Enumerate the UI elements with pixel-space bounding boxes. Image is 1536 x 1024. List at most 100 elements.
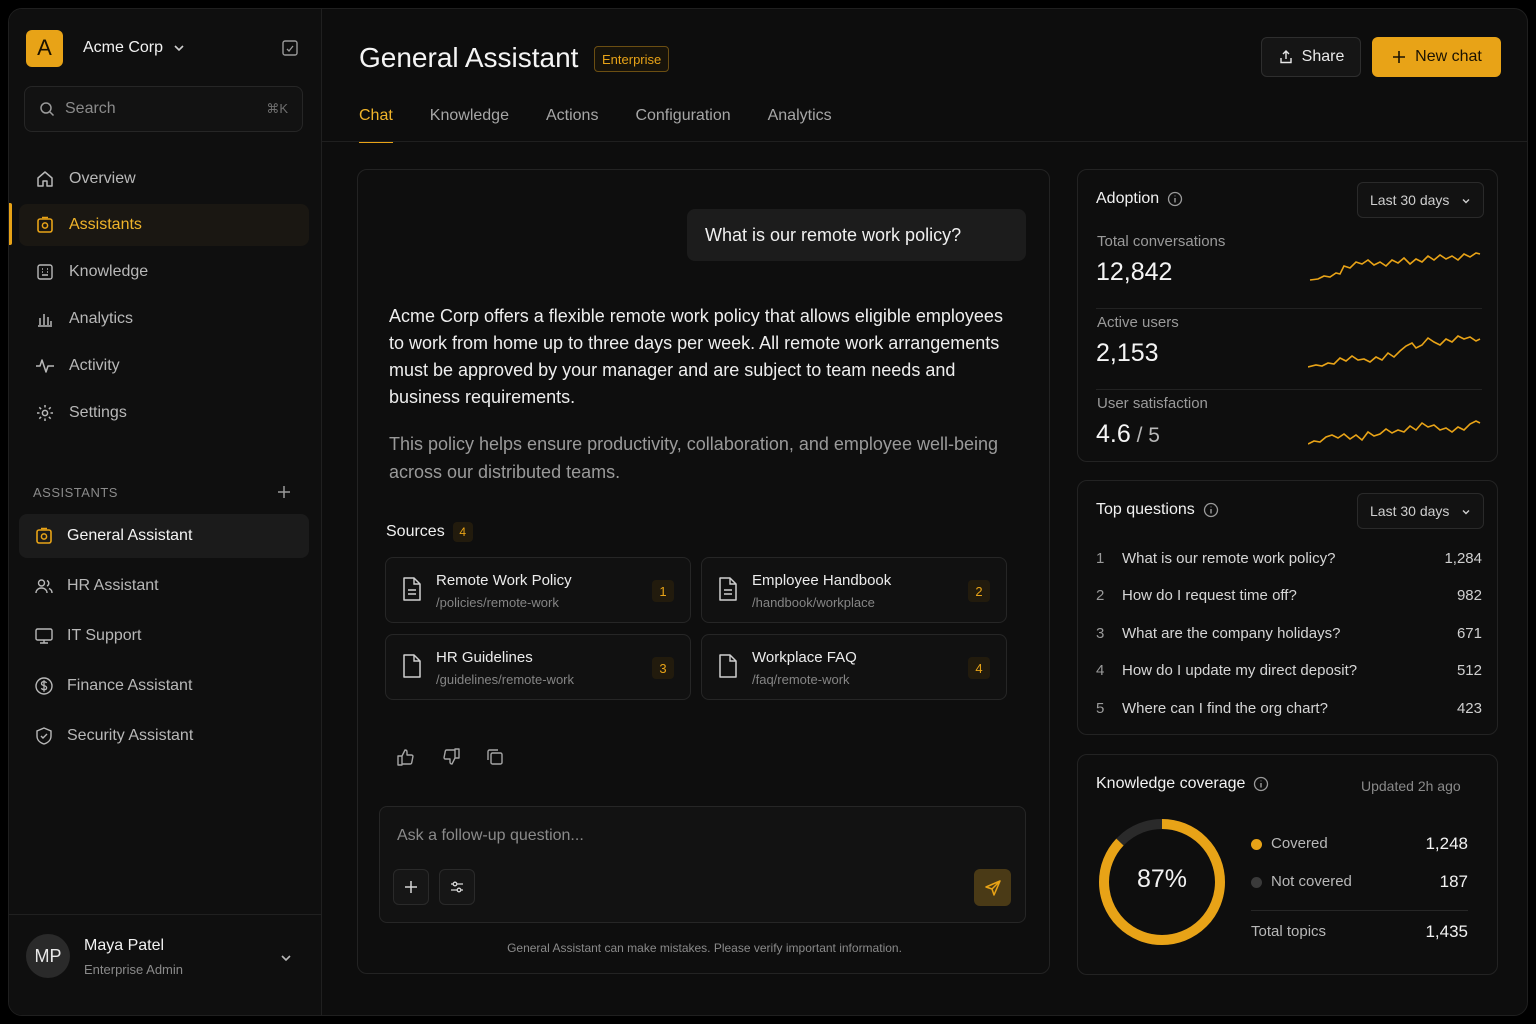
nav-item-activity[interactable]: Activity [19,345,309,387]
source-card[interactable]: Remote Work Policy /policies/remote-work… [385,557,691,623]
assistant-label: HR Assistant [67,577,159,594]
document-icon [717,576,739,602]
search-input[interactable]: Search ⌘K [24,86,303,132]
card-title-text: Knowledge coverage [1096,775,1246,792]
plan-badge: Enterprise [594,46,670,72]
updated-timestamp: Updated 2h ago [1361,778,1461,794]
question-text: What are the company holidays? [1122,625,1341,642]
org-switcher[interactable]: A Acme Corp [26,29,185,67]
source-number: 1 [652,580,674,602]
assistant-item-it[interactable]: IT Support [19,614,309,658]
tab-analytics[interactable]: Analytics [768,107,832,143]
nav-item-assistants[interactable]: Assistants [19,204,309,246]
pulse-icon [35,356,55,376]
nav-label: Knowledge [69,263,149,280]
share-button[interactable]: Share [1261,37,1361,77]
tab-knowledge[interactable]: Knowledge [430,107,509,143]
nav-item-settings[interactable]: Settings [19,392,309,434]
info-icon[interactable] [1203,502,1219,518]
assistant-label: General Assistant [67,527,193,544]
user-role: Enterprise Admin [84,962,183,977]
nav-item-analytics[interactable]: Analytics [19,298,309,340]
collapse-sidebar-icon[interactable] [281,39,299,57]
sources-label: Sources [386,523,445,540]
card-title-text: Top questions [1096,501,1195,518]
dollar-icon [34,676,54,696]
document-icon [401,653,423,679]
legend-total: Total topics 1,435 [1251,921,1468,945]
nav-item-overview[interactable]: Overview [19,158,309,200]
knowledge-icon [35,262,55,282]
assistants-section-label: ASSISTANTS [33,485,118,500]
bar-chart-icon [35,309,55,329]
source-card[interactable]: Employee Handbook /handbook/workplace 2 [701,557,1007,623]
nav-item-knowledge[interactable]: Knowledge [19,251,309,293]
source-path: /policies/remote-work [436,595,559,610]
tab-configuration[interactable]: Configuration [635,107,730,143]
send-button[interactable] [974,869,1011,906]
attach-button[interactable] [393,869,429,905]
assistant-item-general[interactable]: General Assistant [19,514,309,558]
question-rank: 5 [1096,700,1105,717]
divider [1251,910,1468,911]
monitor-icon [34,626,54,646]
document-icon [401,576,423,602]
user-menu[interactable]: MP Maya Patel Enterprise Admin [9,914,322,1015]
range-value: Last 30 days [1370,192,1450,208]
sources-header: Sources 4 [386,522,473,542]
info-icon[interactable] [1167,191,1183,207]
question-row[interactable]: 2 How do I request time off? 982 [1096,578,1482,615]
card-title-text: Adoption [1096,190,1160,207]
tab-bar: Chat Knowledge Actions Configuration Ana… [359,107,869,143]
org-logo: A [26,29,63,67]
question-rank: 2 [1096,587,1105,604]
question-row[interactable]: 4 How do I update my direct deposit? 512 [1096,653,1482,690]
document-icon [717,653,739,679]
question-row[interactable]: 1 What is our remote work policy? 1,284 [1096,541,1482,578]
tab-chat[interactable]: Chat [359,107,393,143]
assistant-label: IT Support [67,627,142,644]
org-name: Acme Corp [83,39,164,56]
source-number: 2 [968,580,990,602]
copy-icon[interactable] [485,747,505,767]
metric-active-users: Active users 2,153 [1096,309,1482,390]
new-chat-label: New chat [1415,48,1482,65]
search-icon [39,101,55,117]
covered-dot [1251,839,1262,850]
thumbs-down-icon[interactable] [441,747,461,767]
sparkline [1308,335,1481,368]
question-row[interactable]: 3 What are the company holidays? 671 [1096,616,1482,653]
question-count: 423 [1456,700,1482,717]
follow-up-composer[interactable]: Ask a follow-up question... [379,806,1026,923]
top-questions-card: Top questions Last 30 days 1 What is our… [1077,480,1498,735]
app-window: A Acme Corp Search ⌘K Overview Assistant… [8,8,1528,1016]
assistant-item-hr[interactable]: HR Assistant [19,564,309,608]
page-title: General Assistant [359,42,579,73]
question-row[interactable]: 5 Where can I find the org chart? 423 [1096,691,1482,728]
options-button[interactable] [439,869,475,905]
tab-actions[interactable]: Actions [546,107,598,143]
range-select[interactable]: Last 30 days [1357,493,1484,529]
legend-label: Covered [1271,835,1328,852]
new-chat-button[interactable]: New chat [1372,37,1501,77]
question-text: Where can I find the org chart? [1122,700,1328,717]
disclaimer: General Assistant can make mistakes. Ple… [507,941,902,955]
question-rank: 1 [1096,550,1105,567]
add-assistant-icon[interactable] [275,483,293,501]
user-name: Maya Patel [84,937,165,954]
assistant-item-finance[interactable]: Finance Assistant [19,664,309,708]
info-icon[interactable] [1253,776,1269,792]
users-icon [34,576,54,596]
range-select[interactable]: Last 30 days [1357,182,1484,218]
legend-value: 1,248 [1425,834,1468,853]
composer-placeholder: Ask a follow-up question... [397,827,584,844]
top-questions-title: Top questions [1096,501,1219,519]
source-path: /handbook/workplace [752,595,875,610]
question-text: What is our remote work policy? [1122,550,1336,567]
share-icon [1278,49,1294,65]
source-card[interactable]: Workplace FAQ /faq/remote-work 4 [701,634,1007,700]
thumbs-up-icon[interactable] [396,747,416,767]
assistant-item-security[interactable]: Security Assistant [19,714,309,758]
assistant-answer: Acme Corp offers a flexible remote work … [389,306,1003,407]
source-card[interactable]: HR Guidelines /guidelines/remote-work 3 [385,634,691,700]
